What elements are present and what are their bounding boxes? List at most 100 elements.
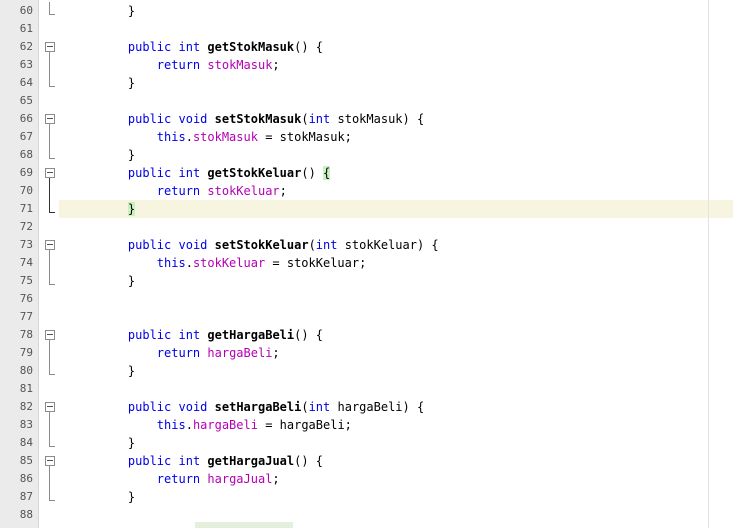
code-token: public [127,400,172,414]
code-line[interactable] [59,506,733,524]
line-number: 82 [19,400,33,413]
fold-guide-line [49,254,50,272]
code-line[interactable] [59,380,733,398]
fold-collapse-icon[interactable] [45,114,55,124]
code-token: setStokKeluar [214,238,309,252]
code-line[interactable]: return stokMasuk; [59,56,733,74]
code-token: this [156,130,186,144]
fold-collapse-icon[interactable] [45,240,55,250]
code-token: void [178,112,208,126]
code-token: } [99,274,136,288]
fold-collapse-icon[interactable] [45,402,55,412]
code-token: int [178,454,201,468]
code-line[interactable]: public int getHargaBeli() { [59,326,733,344]
fold-guide-line [49,146,50,158]
fold-guide-line [49,56,50,74]
code-token: this [156,418,186,432]
fold-end-marker [49,500,55,501]
code-line[interactable]: } [59,2,733,20]
fold-collapse-icon[interactable] [45,330,55,340]
code-token: = stokKeluar; [265,256,367,270]
line-number: 76 [19,292,33,305]
fold-guide-line [49,470,50,488]
code-token: stokMasuk) { [330,112,425,126]
fold-guide-line [49,200,50,212]
fold-guide-line [49,488,50,500]
code-token: void [178,400,208,414]
code-token: stokKeluar [192,256,266,270]
code-token: public [127,454,172,468]
fold-guide-line [49,344,50,362]
code-editor[interactable]: 60 61 62 63 64 65 66 67 68 69 70 71 72 73 74 75 76 77 78 79… [0,0,733,528]
fold-guide-line [49,272,50,284]
code-line[interactable]: public void setStokMasuk(int stokMasuk) … [59,110,733,128]
code-line[interactable] [59,218,733,236]
code-line[interactable]: public void setStokKeluar(int stokKeluar… [59,236,733,254]
fold-end-marker [49,86,55,87]
code-token: getStokKeluar [207,166,302,180]
code-token: int [308,112,331,126]
fold-collapse-icon[interactable] [45,456,55,466]
code-line[interactable]: return stokKeluar; [59,182,733,200]
code-line[interactable]: return hargaJual; [59,470,733,488]
fold-guide-line [49,74,50,86]
code-line[interactable]: public void setHargaBeli(int hargaBeli) … [59,398,733,416]
right-margin-guide [708,0,709,528]
fold-end-marker [49,374,55,375]
code-line[interactable]: return hargaBeli; [59,344,733,362]
code-token: () { [294,328,324,342]
current-code-line[interactable]: } [59,200,733,218]
code-token: hargaJual [207,472,273,486]
code-line[interactable]: public int getStokKeluar() { [59,164,733,182]
code-token: = hargaBeli; [257,418,352,432]
code-token: public [127,40,172,54]
code-line[interactable] [59,308,733,326]
code-token: () { [294,454,324,468]
code-line[interactable]: } [59,488,733,506]
code-line[interactable]: } [59,362,733,380]
code-line[interactable]: } [59,434,733,452]
code-token: int [308,400,331,414]
line-number: 67 [19,130,33,143]
fold-collapse-icon[interactable] [45,42,55,52]
code-line[interactable]: public int getStokMasuk() { [59,38,733,56]
line-number: 77 [19,310,33,323]
code-line[interactable]: this.hargaBeli = hargaBeli; [59,416,733,434]
code-token: int [178,328,201,342]
code-line[interactable] [59,92,733,110]
code-token: stokMasuk [192,130,258,144]
code-line[interactable]: this.stokKeluar = stokKeluar; [59,254,733,272]
code-token: setHargaBeli [214,400,302,414]
line-number: 79 [19,346,33,359]
code-token: ( [301,112,309,126]
code-line[interactable] [59,20,733,38]
line-number: 72 [19,220,33,233]
code-line[interactable]: public int getHargaJual() { [59,452,733,470]
line-number: 61 [19,22,33,35]
code-area[interactable]: } public int getStokMasuk() { return sto… [59,0,733,528]
code-line[interactable] [59,290,733,308]
line-number: 71 [19,202,33,215]
fold-guide-line [49,182,50,200]
fold-collapse-icon[interactable] [45,168,55,178]
code-line[interactable]: } [59,74,733,92]
code-token: stokKeluar) { [337,238,439,252]
code-token: } [99,4,136,18]
code-token: stokKeluar [207,184,280,198]
code-line[interactable]: this.stokMasuk = stokMasuk; [59,128,733,146]
code-line[interactable]: } [59,146,733,164]
fold-guide-line [49,416,50,434]
line-number: 65 [19,94,33,107]
code-line[interactable]: } [59,272,733,290]
